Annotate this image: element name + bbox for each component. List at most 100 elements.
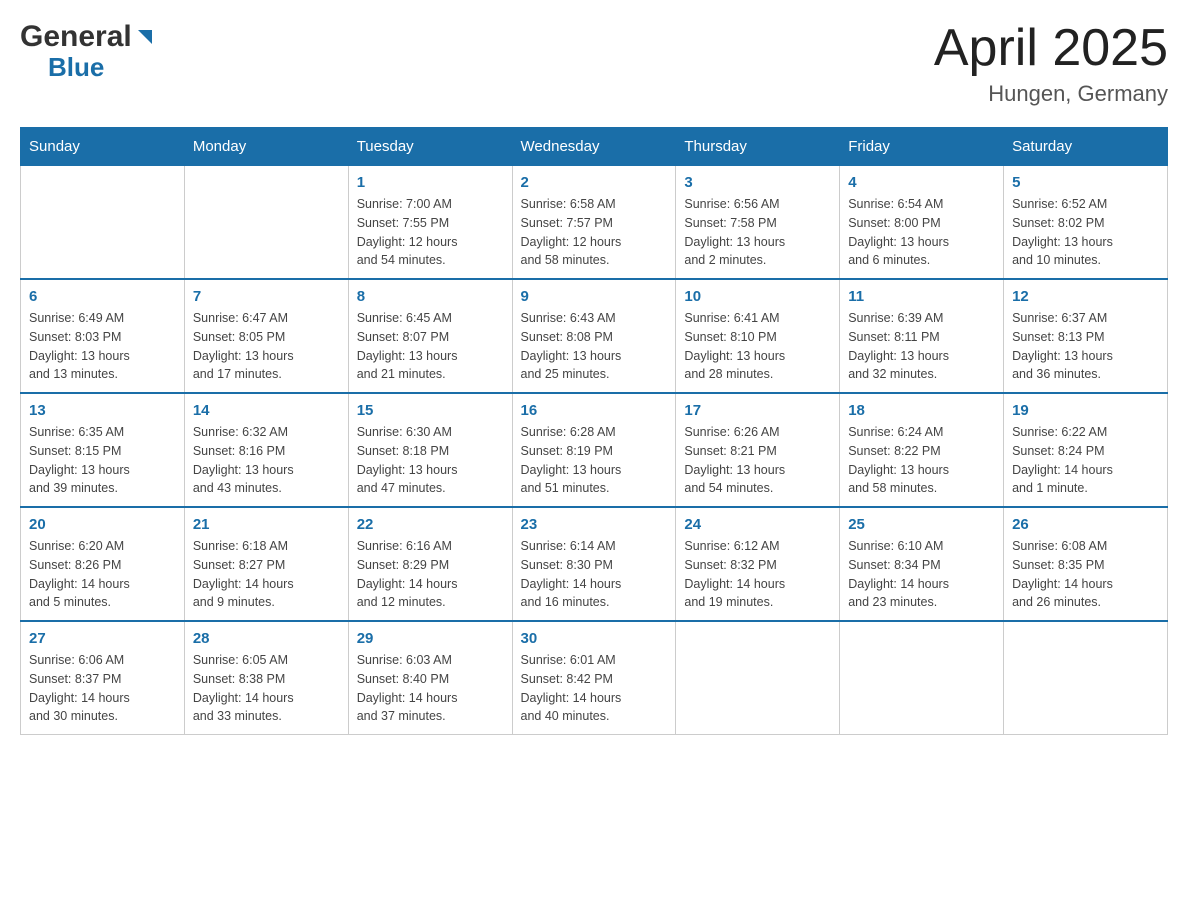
calendar-cell: 28Sunrise: 6:05 AMSunset: 8:38 PMDayligh… [184, 621, 348, 735]
calendar-cell [21, 166, 185, 280]
calendar-week-row: 1Sunrise: 7:00 AMSunset: 7:55 PMDaylight… [21, 166, 1168, 280]
day-number: 2 [521, 174, 668, 191]
day-number: 30 [521, 630, 668, 647]
day-number: 22 [357, 516, 504, 533]
day-number: 1 [357, 174, 504, 191]
logo-blue-text: Blue [48, 53, 104, 82]
day-info: Sunrise: 6:20 AMSunset: 8:26 PMDaylight:… [29, 537, 176, 612]
weekday-header-wednesday: Wednesday [512, 128, 676, 166]
day-info: Sunrise: 6:03 AMSunset: 8:40 PMDaylight:… [357, 651, 504, 726]
calendar-cell: 26 Sunrise: 6:08 AMSunset: 8:35 PMDayligh… [1004, 507, 1168, 621]
day-info: Sunrise: 6:16 AMSunset: 8:29 PMDaylight:… [357, 537, 504, 612]
day-info: Sunrise: 6:32 AMSunset: 8:16 PMDaylight:… [193, 423, 340, 498]
day-info: Sunrise: 6:28 AMSunset: 8:19 PMDaylight:… [521, 423, 668, 498]
day-number: 18 [848, 402, 995, 419]
day-info: Sunrise: 6:26 AMSunset: 8:21 PMDaylight:… [684, 423, 831, 498]
weekday-header-friday: Friday [840, 128, 1004, 166]
logo-general-text: General [20, 20, 132, 53]
day-info: Sunrise: 6:22 AMSunset: 8:24 PMDaylight:… [1012, 423, 1159, 498]
day-info: Sunrise: 6:30 AMSunset: 8:18 PMDaylight:… [357, 423, 504, 498]
day-number: 10 [684, 288, 831, 305]
weekday-header-monday: Monday [184, 128, 348, 166]
day-info: Sunrise: 6:41 AMSunset: 8:10 PMDaylight:… [684, 309, 831, 384]
calendar-cell: 18 Sunrise: 6:24 AMSunset: 8:22 PMDayligh… [840, 393, 1004, 507]
calendar-cell: 25Sunrise: 6:10 AMSunset: 8:34 PMDayligh… [840, 507, 1004, 621]
day-number: 12 [1012, 288, 1159, 305]
logo-arrow-icon [134, 26, 156, 48]
day-info: Sunrise: 6:52 AMSunset: 8:02 PMDaylight:… [1012, 195, 1159, 270]
day-number: 20 [29, 516, 176, 533]
calendar-cell: 10 Sunrise: 6:41 AMSunset: 8:10 PMDayligh… [676, 279, 840, 393]
day-info: Sunrise: 6:10 AMSunset: 8:34 PMDaylight:… [848, 537, 995, 612]
day-info: Sunrise: 6:37 AMSunset: 8:13 PMDaylight:… [1012, 309, 1159, 384]
calendar-cell: 8Sunrise: 6:45 AMSunset: 8:07 PMDaylight… [348, 279, 512, 393]
day-number: 19 [1012, 402, 1159, 419]
day-info: Sunrise: 6:49 AMSunset: 8:03 PMDaylight:… [29, 309, 176, 384]
day-number: 7 [193, 288, 340, 305]
day-info: Sunrise: 6:14 AMSunset: 8:30 PMDaylight:… [521, 537, 668, 612]
day-info: Sunrise: 6:18 AMSunset: 8:27 PMDaylight:… [193, 537, 340, 612]
day-number: 15 [357, 402, 504, 419]
calendar-title: April 2025 [934, 20, 1168, 77]
calendar-week-row: 6 Sunrise: 6:49 AMSunset: 8:03 PMDaylight… [21, 279, 1168, 393]
day-info: Sunrise: 6:45 AMSunset: 8:07 PMDaylight:… [357, 309, 504, 384]
day-info: Sunrise: 6:39 AMSunset: 8:11 PMDaylight:… [848, 309, 995, 384]
day-number: 5 [1012, 174, 1159, 191]
day-number: 4 [848, 174, 995, 191]
calendar-cell [676, 621, 840, 735]
day-number: 24 [684, 516, 831, 533]
calendar-table: SundayMondayTuesdayWednesdayThursdayFrid… [20, 127, 1168, 735]
day-number: 27 [29, 630, 176, 647]
day-number: 16 [521, 402, 668, 419]
day-info: Sunrise: 6:08 AMSunset: 8:35 PMDaylight:… [1012, 537, 1159, 612]
day-number: 17 [684, 402, 831, 419]
day-number: 29 [357, 630, 504, 647]
calendar-cell: 20 Sunrise: 6:20 AMSunset: 8:26 PMDayligh… [21, 507, 185, 621]
day-number: 3 [684, 174, 831, 191]
calendar-cell: 15 Sunrise: 6:30 AMSunset: 8:18 PMDayligh… [348, 393, 512, 507]
day-number: 11 [848, 288, 995, 305]
calendar-cell [840, 621, 1004, 735]
weekday-header-tuesday: Tuesday [348, 128, 512, 166]
weekday-header-sunday: Sunday [21, 128, 185, 166]
day-number: 9 [521, 288, 668, 305]
day-info: Sunrise: 6:24 AMSunset: 8:22 PMDaylight:… [848, 423, 995, 498]
title-section: April 2025 Hungen, Germany [934, 20, 1168, 107]
weekday-header-row: SundayMondayTuesdayWednesdayThursdayFrid… [21, 128, 1168, 166]
day-info: Sunrise: 6:47 AMSunset: 8:05 PMDaylight:… [193, 309, 340, 384]
day-number: 26 [1012, 516, 1159, 533]
day-info: Sunrise: 6:43 AMSunset: 8:08 PMDaylight:… [521, 309, 668, 384]
calendar-cell: 6 Sunrise: 6:49 AMSunset: 8:03 PMDaylight… [21, 279, 185, 393]
day-number: 28 [193, 630, 340, 647]
calendar-cell: 7 Sunrise: 6:47 AMSunset: 8:05 PMDaylight… [184, 279, 348, 393]
calendar-cell: 17 Sunrise: 6:26 AMSunset: 8:21 PMDayligh… [676, 393, 840, 507]
day-info: Sunrise: 6:58 AMSunset: 7:57 PMDaylight:… [521, 195, 668, 270]
day-info: Sunrise: 6:35 AMSunset: 8:15 PMDaylight:… [29, 423, 176, 498]
calendar-cell: 27Sunrise: 6:06 AMSunset: 8:37 PMDayligh… [21, 621, 185, 735]
calendar-cell: 19 Sunrise: 6:22 AMSunset: 8:24 PMDayligh… [1004, 393, 1168, 507]
calendar-cell: 30Sunrise: 6:01 AMSunset: 8:42 PMDayligh… [512, 621, 676, 735]
calendar-cell: 5 Sunrise: 6:52 AMSunset: 8:02 PMDaylight… [1004, 166, 1168, 280]
calendar-cell: 14Sunrise: 6:32 AMSunset: 8:16 PMDayligh… [184, 393, 348, 507]
day-info: Sunrise: 6:56 AMSunset: 7:58 PMDaylight:… [684, 195, 831, 270]
day-number: 21 [193, 516, 340, 533]
calendar-cell: 12 Sunrise: 6:37 AMSunset: 8:13 PMDayligh… [1004, 279, 1168, 393]
calendar-cell: 11 Sunrise: 6:39 AMSunset: 8:11 PMDayligh… [840, 279, 1004, 393]
calendar-cell: 22 Sunrise: 6:16 AMSunset: 8:29 PMDayligh… [348, 507, 512, 621]
day-number: 23 [521, 516, 668, 533]
calendar-cell: 1Sunrise: 7:00 AMSunset: 7:55 PMDaylight… [348, 166, 512, 280]
calendar-week-row: 20 Sunrise: 6:20 AMSunset: 8:26 PMDayligh… [21, 507, 1168, 621]
calendar-cell: 2 Sunrise: 6:58 AMSunset: 7:57 PMDaylight… [512, 166, 676, 280]
calendar-subtitle: Hungen, Germany [934, 81, 1168, 107]
calendar-cell [1004, 621, 1168, 735]
day-info: Sunrise: 6:12 AMSunset: 8:32 PMDaylight:… [684, 537, 831, 612]
calendar-cell: 4Sunrise: 6:54 AMSunset: 8:00 PMDaylight… [840, 166, 1004, 280]
calendar-cell: 29 Sunrise: 6:03 AMSunset: 8:40 PMDayligh… [348, 621, 512, 735]
page-header: General Blue April 2025 Hungen, Germany [20, 20, 1168, 107]
calendar-cell: 23 Sunrise: 6:14 AMSunset: 8:30 PMDayligh… [512, 507, 676, 621]
calendar-week-row: 27Sunrise: 6:06 AMSunset: 8:37 PMDayligh… [21, 621, 1168, 735]
weekday-header-saturday: Saturday [1004, 128, 1168, 166]
calendar-cell: 9 Sunrise: 6:43 AMSunset: 8:08 PMDaylight… [512, 279, 676, 393]
day-number: 6 [29, 288, 176, 305]
weekday-header-thursday: Thursday [676, 128, 840, 166]
